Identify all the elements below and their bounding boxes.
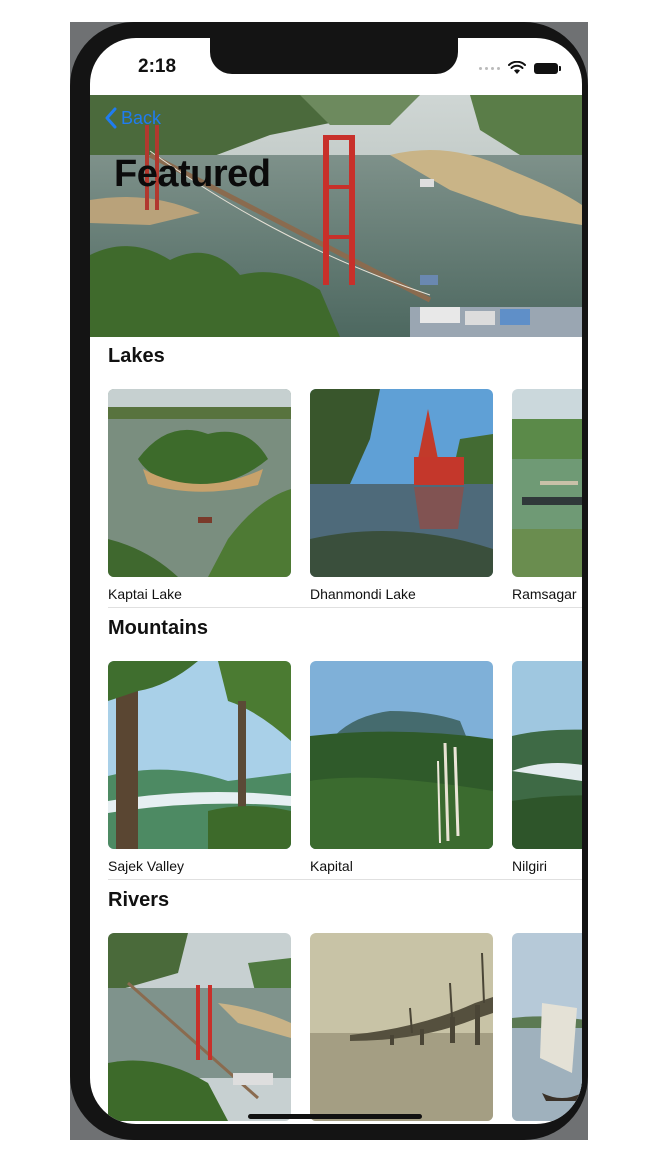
place-image — [512, 661, 582, 849]
place-card[interactable] — [310, 933, 493, 1121]
place-image — [310, 933, 493, 1121]
back-button[interactable]: Back — [104, 107, 161, 129]
place-card[interactable] — [108, 933, 291, 1121]
back-button-label: Back — [121, 107, 162, 128]
place-label: Kapital — [310, 858, 353, 874]
place-label: Nilgiri — [512, 858, 547, 874]
place-card[interactable]: Sajek Valley — [108, 661, 291, 874]
place-image — [512, 933, 582, 1121]
place-card[interactable]: Dhanmondi Lake — [310, 389, 493, 602]
page-title: Featured — [114, 153, 271, 195]
place-image — [310, 389, 493, 577]
featured-hero-image: Back Featured — [90, 95, 582, 337]
place-card[interactable]: Kaptai Lake — [108, 389, 291, 602]
section-mountains: Mountains Sajek Valley Kapital Nilgiri — [90, 609, 582, 881]
horizontal-scroller[interactable]: Sajek Valley Kapital Nilgiri — [108, 661, 582, 881]
place-image — [108, 933, 291, 1121]
place-label: Kaptai Lake — [108, 586, 182, 602]
place-card[interactable]: Ramsagar — [512, 389, 582, 602]
status-time: 2:18 — [138, 56, 177, 77]
place-image — [512, 389, 582, 577]
suspension-bridge-lake-photo — [90, 95, 582, 337]
screen: 2:18 Back Featured Lakes Kaptai Lake Dha… — [90, 38, 582, 1124]
divider — [108, 607, 582, 608]
phone-frame: 2:18 Back Featured Lakes Kaptai Lake Dha… — [70, 22, 588, 1140]
horizontal-scroller[interactable] — [108, 933, 582, 1124]
place-card[interactable] — [512, 933, 582, 1121]
place-label: Dhanmondi Lake — [310, 586, 416, 602]
place-label: Sajek Valley — [108, 858, 185, 874]
notch — [210, 38, 458, 74]
signal-icon — [479, 66, 500, 70]
section-title: Lakes — [108, 345, 165, 367]
place-image — [108, 661, 291, 849]
section-title: Mountains — [108, 617, 208, 639]
wifi-icon — [508, 61, 526, 74]
place-image — [108, 389, 291, 577]
place-label: Ramsagar — [512, 586, 577, 602]
battery-icon — [534, 62, 561, 74]
home-indicator[interactable] — [248, 1114, 422, 1119]
horizontal-scroller[interactable]: Kaptai Lake Dhanmondi Lake Ramsagar — [108, 389, 582, 609]
section-rivers: Rivers — [90, 881, 582, 1124]
chevron-left-icon — [105, 107, 117, 129]
section-title: Rivers — [108, 889, 170, 911]
category-list: Lakes Kaptai Lake Dhanmondi Lake Ramsaga… — [90, 337, 582, 1124]
place-card[interactable]: Kapital — [310, 661, 493, 874]
status-icons — [479, 60, 561, 76]
section-lakes: Lakes Kaptai Lake Dhanmondi Lake Ramsaga… — [90, 337, 582, 609]
place-image — [310, 661, 493, 849]
divider — [108, 879, 582, 880]
place-card[interactable]: Nilgiri — [512, 661, 582, 874]
